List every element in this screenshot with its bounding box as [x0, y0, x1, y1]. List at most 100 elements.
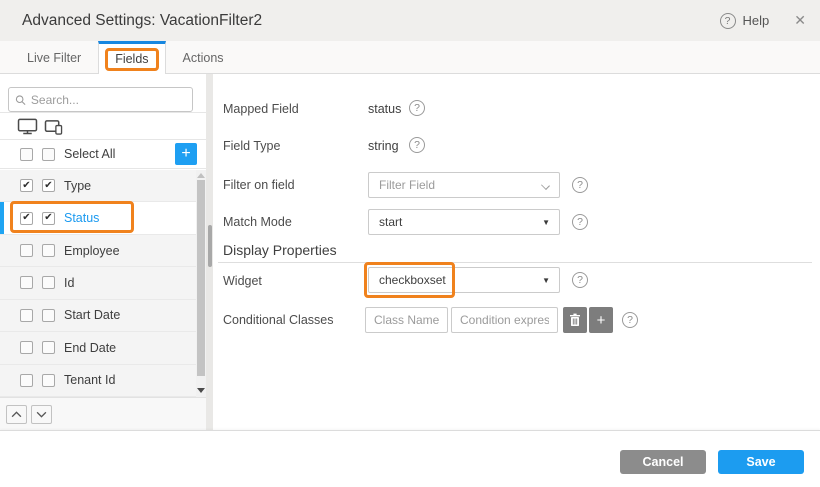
field-row-tenant-id[interactable]: Tenant Id	[0, 365, 206, 397]
dialog-header: Advanced Settings: VacationFilter2 ? Hel…	[0, 0, 820, 41]
widget-value: checkboxset	[379, 273, 446, 287]
field-row-id[interactable]: Id	[0, 267, 206, 299]
match-mode-help-icon[interactable]: ?	[572, 214, 588, 230]
conditional-classes-label: Conditional Classes	[223, 313, 333, 327]
widget-help-icon[interactable]: ?	[572, 272, 588, 288]
tab-actions-label: Actions	[183, 51, 224, 65]
end-date-mobile-checkbox[interactable]	[42, 341, 55, 354]
chevron-down-icon	[541, 181, 550, 190]
tab-bar: Live Filter Fields Actions	[0, 41, 820, 74]
sidebar-scrollbar-thumb[interactable]	[197, 180, 205, 376]
tab-fields-label: Fields	[115, 52, 148, 66]
tab-fields[interactable]: Fields	[98, 41, 165, 74]
select-all-mobile-checkbox[interactable]	[42, 148, 55, 161]
chevron-down-icon	[36, 411, 47, 418]
help-link[interactable]: Help	[743, 13, 770, 28]
status-mobile-checkbox[interactable]	[42, 212, 55, 225]
field-row-label: Type	[64, 179, 91, 193]
scroll-down-icon[interactable]	[197, 388, 205, 393]
mapped-field-help-icon[interactable]: ?	[409, 100, 425, 116]
move-down-button[interactable]	[31, 405, 52, 424]
end-date-web-checkbox[interactable]	[20, 341, 33, 354]
field-type-help-icon[interactable]: ?	[409, 137, 425, 153]
type-mobile-checkbox[interactable]	[42, 179, 55, 192]
field-row-label: End Date	[64, 341, 116, 355]
field-row-label: Id	[64, 276, 74, 290]
help-icon[interactable]: ?	[720, 13, 736, 29]
status-web-checkbox[interactable]	[20, 212, 33, 225]
tenant-id-mobile-checkbox[interactable]	[42, 374, 55, 387]
field-row-label: Status	[64, 211, 99, 225]
annotation-fields-tab: Fields	[105, 48, 158, 71]
select-all-label: Select All	[64, 147, 115, 161]
field-row-label: Employee	[64, 244, 120, 258]
widget-label: Widget	[223, 274, 262, 288]
tab-live-filter[interactable]: Live Filter	[10, 41, 98, 74]
field-list: Type Status Employee Id Start Date	[0, 170, 206, 397]
mobile-tablet-icon[interactable]	[44, 118, 64, 135]
widget-select[interactable]: checkboxset ▼	[368, 267, 560, 293]
conditional-classes-help-icon[interactable]: ?	[622, 312, 638, 328]
start-date-web-checkbox[interactable]	[20, 309, 33, 322]
search-box	[8, 87, 193, 112]
employee-mobile-checkbox[interactable]	[42, 244, 55, 257]
id-mobile-checkbox[interactable]	[42, 276, 55, 289]
dialog-footer: Cancel Save	[0, 430, 820, 487]
match-mode-select[interactable]: start ▼	[368, 209, 560, 235]
field-row-status[interactable]: Status	[0, 202, 206, 234]
field-settings-panel: Mapped Field status ? Field Type string …	[213, 74, 820, 430]
search-icon	[15, 94, 26, 106]
cancel-button[interactable]: Cancel	[620, 450, 706, 474]
field-row-start-date[interactable]: Start Date	[0, 300, 206, 332]
search-input[interactable]	[31, 93, 186, 107]
filter-on-field-placeholder: Filter Field	[379, 178, 435, 192]
filter-on-field-help-icon[interactable]: ?	[572, 177, 588, 193]
filter-on-field-label: Filter on field	[223, 178, 295, 192]
tenant-id-web-checkbox[interactable]	[20, 374, 33, 387]
panel-scrollbar-thumb[interactable]	[208, 225, 212, 267]
field-row-type[interactable]: Type	[0, 170, 206, 202]
select-all-web-checkbox[interactable]	[20, 148, 33, 161]
sidebar-footer	[0, 397, 206, 430]
field-row-label: Start Date	[64, 308, 120, 322]
delete-condition-button[interactable]	[563, 307, 587, 333]
field-type-label: Field Type	[223, 139, 280, 153]
add-field-button[interactable]: +	[175, 143, 197, 165]
dropdown-arrow-icon: ▼	[542, 218, 550, 227]
add-condition-button[interactable]: +	[589, 307, 613, 333]
select-all-row[interactable]: Select All +	[0, 140, 206, 169]
section-divider	[218, 262, 812, 263]
save-button[interactable]: Save	[718, 450, 804, 474]
tab-actions[interactable]: Actions	[166, 41, 241, 74]
tab-live-filter-label: Live Filter	[27, 51, 81, 65]
display-properties-heading: Display Properties	[223, 242, 337, 258]
field-type-value: string	[368, 139, 399, 153]
type-web-checkbox[interactable]	[20, 179, 33, 192]
mapped-field-label: Mapped Field	[223, 102, 299, 116]
close-icon[interactable]: ✕	[794, 12, 806, 29]
move-up-button[interactable]	[6, 405, 27, 424]
field-row-employee[interactable]: Employee	[0, 235, 206, 267]
chevron-up-icon	[11, 411, 22, 418]
start-date-mobile-checkbox[interactable]	[42, 309, 55, 322]
desktop-icon[interactable]	[17, 118, 38, 135]
match-mode-value: start	[379, 215, 402, 229]
scroll-up-icon[interactable]	[197, 173, 205, 178]
advanced-settings-dialog: Advanced Settings: VacationFilter2 ? Hel…	[0, 0, 820, 487]
mapped-field-value: status	[368, 102, 401, 116]
header-actions: ? Help ✕	[720, 0, 806, 41]
match-mode-label: Match Mode	[223, 215, 292, 229]
page-title: Advanced Settings: VacationFilter2	[22, 12, 262, 30]
employee-web-checkbox[interactable]	[20, 244, 33, 257]
trash-icon	[569, 313, 581, 327]
filter-on-field-select[interactable]: Filter Field	[368, 172, 560, 198]
id-web-checkbox[interactable]	[20, 276, 33, 289]
dropdown-arrow-icon: ▼	[542, 276, 550, 285]
class-name-input[interactable]	[365, 307, 448, 333]
panel-scrollbar	[206, 74, 213, 430]
condition-expression-input[interactable]	[451, 307, 558, 333]
field-row-end-date[interactable]: End Date	[0, 332, 206, 364]
fields-sidebar: Select All + Type Status Employee	[0, 74, 206, 430]
sidebar-scrollbar	[196, 170, 206, 397]
field-row-label: Tenant Id	[64, 373, 115, 387]
